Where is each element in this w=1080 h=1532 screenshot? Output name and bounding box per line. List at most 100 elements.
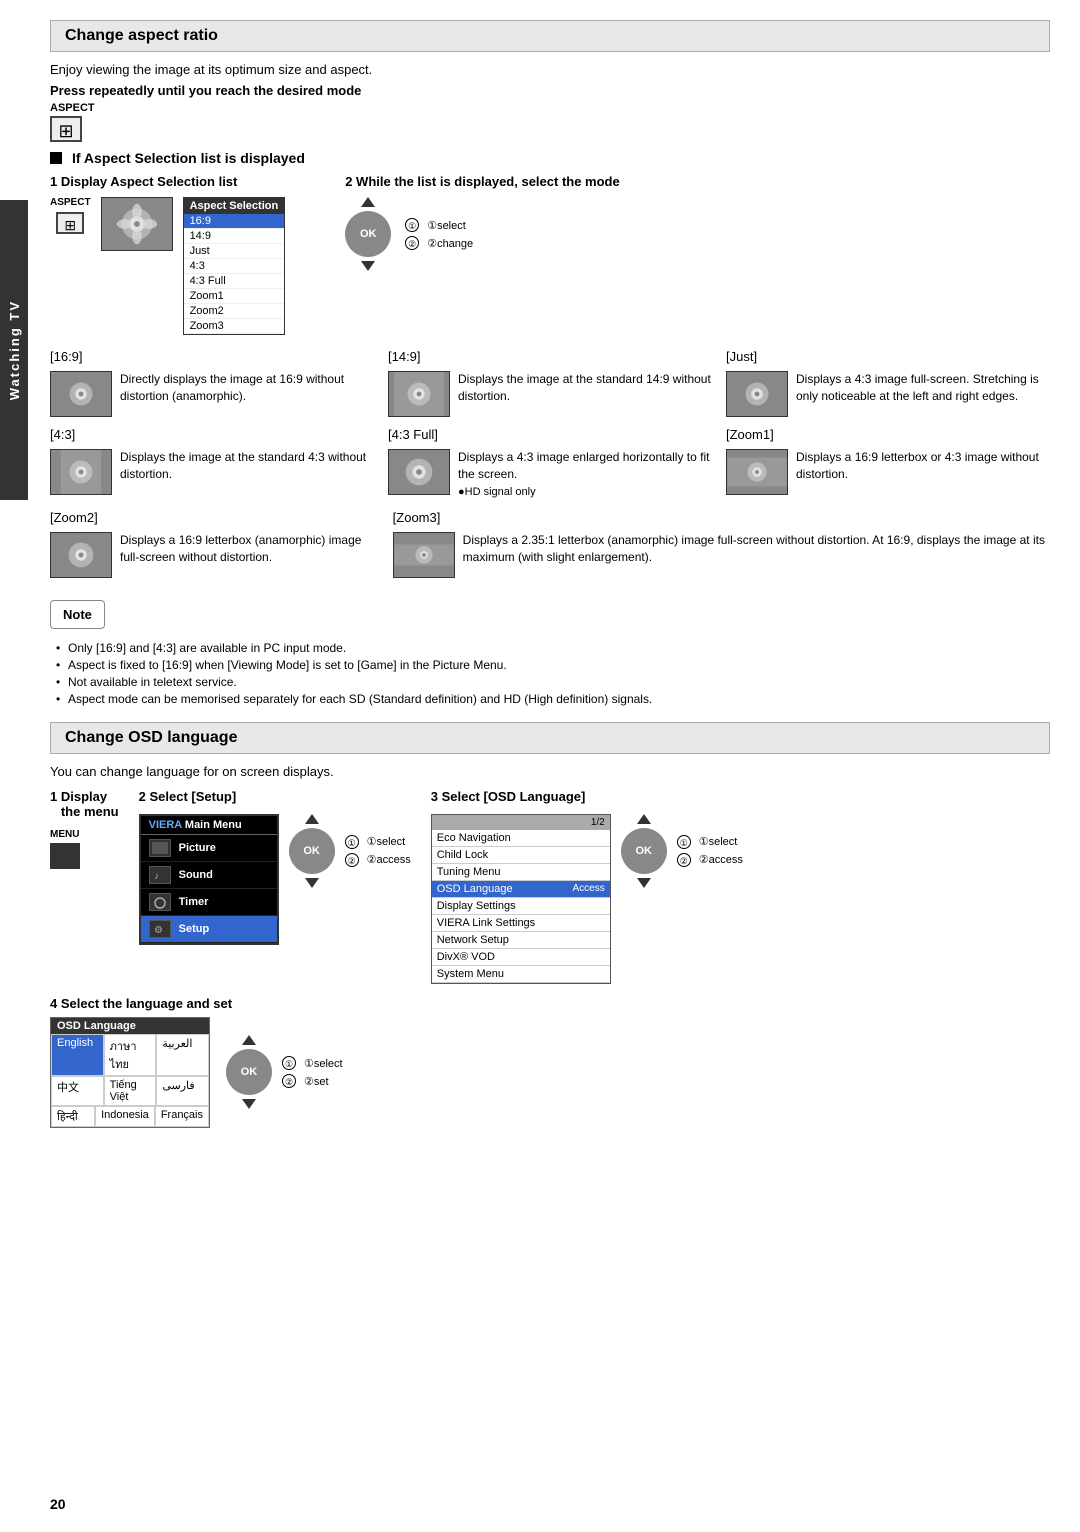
ok-nav-3: OK <box>621 814 667 888</box>
viera-item-sound: ♪ Sound <box>141 862 277 889</box>
viera-setup-label: Setup <box>179 923 210 935</box>
osd-step4: 4 Select the language and set OSD Langua… <box>50 996 1050 1128</box>
lang-hindi: हिन्दी <box>51 1106 95 1127</box>
ok-nav-button: OK <box>345 197 391 271</box>
step2-nav: OK ① ①select ② ②access <box>289 814 411 888</box>
mode-43full-title: [4:3 Full] <box>388 427 438 442</box>
ok-circle: OK <box>345 211 391 257</box>
note-section: Note Only [16:9] and [4:3] are available… <box>50 588 1050 706</box>
section1-intro: Enjoy viewing the image at its optimum s… <box>50 62 1050 77</box>
section2-intro: You can change language for on screen di… <box>50 764 1050 779</box>
viera-main-menu: VIERA Main Menu Picture ♪ S <box>139 814 279 945</box>
setup-icon: ⚙ <box>149 920 171 938</box>
nav-labels: ① ①select ② ②change <box>405 218 473 250</box>
mode-43: [4:3] Displays <box>50 427 374 500</box>
select-table-header: 1/2 <box>432 815 610 830</box>
mode-zoom2: [Zoom2] Displays a 16:9 letterbox <box>50 510 379 578</box>
select-row-viera: VIERA Link Settings <box>432 915 610 932</box>
ok-circle-2: OK <box>289 828 335 874</box>
ok-nav-4: OK <box>226 1035 272 1109</box>
modes-row1: [16:9] Directly displays the imag <box>50 349 1050 417</box>
section-osd-language: Change OSD language You can change langu… <box>50 722 1050 1128</box>
lang-english: English <box>51 1034 104 1076</box>
subsection-title: If Aspect Selection list is displayed <box>50 150 1050 166</box>
select-row-network: Network Setup <box>432 932 610 949</box>
mode-zoom3-thumb <box>393 532 455 578</box>
mode-zoom3-desc: Displays a 2.35:1 letterbox (anamorphic)… <box>463 532 1050 578</box>
lang-indonesian: Indonesia <box>95 1106 155 1127</box>
mode-149-title: [14:9] <box>388 349 421 364</box>
osd-lang-row2: 中文 Tiếng Việt فارسی <box>51 1076 209 1106</box>
aspect-small-icon: ⊞ <box>56 212 84 234</box>
sound-icon: ♪ <box>149 866 171 884</box>
arrow-up-icon <box>361 197 375 207</box>
aspect-panel-item-43: 4:3 <box>184 259 285 274</box>
mode-zoom3-title: [Zoom3] <box>393 510 441 525</box>
viera-item-timer: Timer <box>141 889 277 916</box>
section-aspect-ratio: Change aspect ratio Enjoy viewing the im… <box>50 20 1050 706</box>
aspect-panel-header: Aspect Selection <box>184 198 285 214</box>
step4-nav-labels: ① ①select ② ②set <box>282 1056 343 1088</box>
aspect-panel-item-43full: 4:3 Full <box>184 274 285 289</box>
mode-169-thumb <box>50 371 112 417</box>
mode-43-thumb <box>50 449 112 495</box>
mode-zoom2-thumb <box>50 532 112 578</box>
osd-select-table: 1/2 Eco Navigation Child Lock Tuning Men… <box>431 814 611 984</box>
aspect-button-icon: ⊞ <box>50 116 82 142</box>
aspect-steps-row: 1 Display Aspect Selection list ASPECT ⊞ <box>50 174 1050 335</box>
svg-text:⚙: ⚙ <box>154 925 163 936</box>
step3-nav-labels: ① ①select ② ②access <box>677 835 743 867</box>
step4-content: OSD Language English ภาษาไทย العربية 中文 … <box>50 1017 1050 1128</box>
viera-item-setup: ⚙ Setup <box>141 916 277 943</box>
select-row-system: System Menu <box>432 966 610 983</box>
note-title: Note <box>50 600 105 629</box>
mode-zoom1-thumb <box>726 449 788 495</box>
change-row: ② ②change <box>405 236 473 250</box>
arrow-up-2 <box>305 814 319 824</box>
osd-step2: 2 Select [Setup] VIERA Main Menu Picture <box>139 789 411 945</box>
select-row-osd: OSD Language Access <box>432 881 610 898</box>
osd-lang-row1: English ภาษาไทย العربية <box>51 1034 209 1076</box>
mode-zoom3: [Zoom3] Displa <box>393 510 1050 578</box>
step1-label: 1 Display Aspect Selection list <box>50 174 285 189</box>
mode-zoom1-desc: Displays a 16:9 letterbox or 4:3 image w… <box>796 449 1050 495</box>
viera-picture-label: Picture <box>179 842 216 854</box>
viera-menu-header: VIERA Main Menu <box>141 816 277 835</box>
arrow-up-4 <box>242 1035 256 1045</box>
svg-text:♪: ♪ <box>154 871 159 882</box>
osd-step3: 3 Select [OSD Language] 1/2 Eco Navigati… <box>431 789 743 984</box>
aspect-panel-item-zoom2: Zoom2 <box>184 304 285 319</box>
lang-arabic: العربية <box>156 1034 209 1076</box>
mode-149-thumb <box>388 371 450 417</box>
mode-just-desc: Displays a 4:3 image full-screen. Stretc… <box>796 371 1050 417</box>
ok-circle-4: OK <box>226 1049 272 1095</box>
menu-icon <box>50 843 80 869</box>
step2-content: OK ① ①select ② ②change <box>345 197 620 271</box>
mode-43-title: [4:3] <box>50 427 75 442</box>
mode-zoom2-desc: Displays a 16:9 letterbox (anamorphic) i… <box>120 532 379 578</box>
aspect-panel-item-zoom1: Zoom1 <box>184 289 285 304</box>
osd-step4-label: 4 Select the language and set <box>50 996 1050 1011</box>
page-number: 20 <box>50 1496 66 1512</box>
lang-persian: فارسی <box>156 1076 209 1106</box>
lang-vietnamese: Tiếng Việt <box>104 1076 157 1106</box>
mode-43full-desc: Displays a 4:3 image enlarged horizontal… <box>458 449 712 500</box>
select-row-eco: Eco Navigation <box>432 830 610 847</box>
modes-section: [16:9] Directly displays the imag <box>50 349 1050 578</box>
modes-row2: [4:3] Displays <box>50 427 1050 500</box>
thumb-16-9-flower <box>101 197 173 251</box>
aspect-panel: Aspect Selection 16:9 14:9 Just 4:3 4:3 … <box>183 197 286 335</box>
arrow-down-2 <box>305 878 319 888</box>
mode-169-title: [16:9] <box>50 349 83 364</box>
note-list: Only [16:9] and [4:3] are available in P… <box>54 641 1050 706</box>
aspect-step1: 1 Display Aspect Selection list ASPECT ⊞ <box>50 174 285 335</box>
select-row-divx: DivX® VOD <box>432 949 610 966</box>
step3-nav: OK ① ①select ② ②access <box>621 814 743 888</box>
lang-thai: ภาษาไทย <box>104 1034 157 1076</box>
select-row: ① ①select <box>405 218 466 232</box>
ok-nav-2: OK <box>289 814 335 888</box>
arrow-down-4 <box>242 1099 256 1109</box>
mode-just-title: [Just] <box>726 349 757 364</box>
black-square-icon <box>50 152 62 164</box>
osd-step1-label: 1 Display the menu <box>50 789 119 819</box>
